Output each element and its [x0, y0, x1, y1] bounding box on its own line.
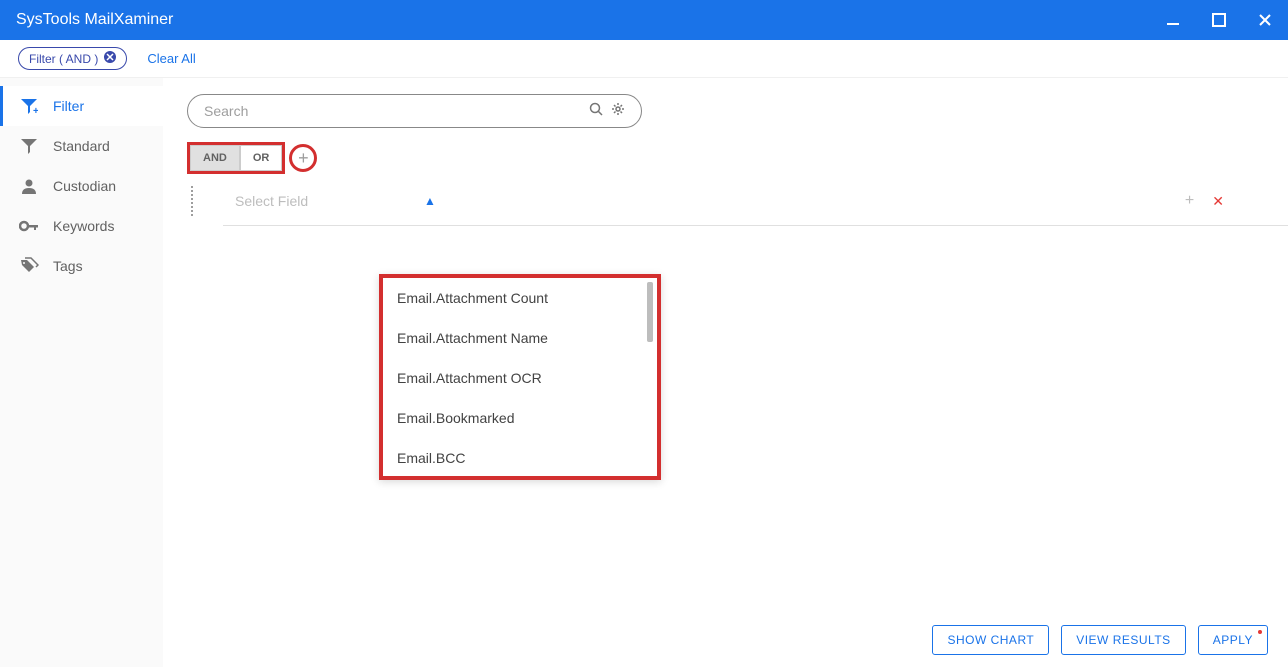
sidebar-item-standard[interactable]: Standard: [0, 126, 163, 166]
sidebar-item-keywords[interactable]: Keywords: [0, 206, 163, 246]
sidebar-item-label: Custodian: [53, 178, 116, 194]
main: + Filter Standard Custodian Keywords Tag…: [0, 78, 1288, 667]
field-dropdown: Email.Attachment Count Email.Attachment …: [379, 274, 661, 480]
or-toggle[interactable]: OR: [240, 145, 283, 171]
window-title: SysTools MailXaminer: [16, 11, 173, 29]
sidebar-item-tags[interactable]: Tags: [0, 246, 163, 286]
clear-all-link[interactable]: Clear All: [147, 51, 195, 66]
gear-icon[interactable]: [611, 102, 625, 121]
dropdown-item[interactable]: Email.BCC: [383, 438, 657, 476]
dropdown-list[interactable]: Email.Attachment Count Email.Attachment …: [383, 278, 657, 476]
filter-pill[interactable]: Filter ( AND ): [18, 47, 127, 70]
sidebar-item-label: Filter: [53, 98, 84, 114]
search-icon[interactable]: [589, 102, 603, 121]
search-input[interactable]: [204, 103, 589, 119]
toggle-row: AND OR +: [187, 142, 1264, 174]
view-results-button[interactable]: VIEW RESULTS: [1061, 625, 1185, 655]
maximize-button[interactable]: [1212, 13, 1226, 27]
dropdown-item[interactable]: Email.Attachment Name: [383, 318, 657, 358]
field-row: Select Field ▲ + ✕: [191, 186, 1264, 216]
window-controls: [1166, 13, 1272, 27]
content: AND OR + Select Field ▲ + ✕ Email.Attach…: [163, 78, 1288, 667]
show-chart-button[interactable]: SHOW CHART: [932, 625, 1049, 655]
minimize-button[interactable]: [1166, 13, 1180, 27]
apply-button[interactable]: APPLY: [1198, 625, 1268, 655]
row-actions: + ✕: [1185, 192, 1264, 210]
person-icon: [19, 176, 39, 196]
select-field-placeholder: Select Field: [235, 193, 308, 209]
and-toggle[interactable]: AND: [190, 145, 240, 171]
sidebar: + Filter Standard Custodian Keywords Tag…: [0, 78, 163, 667]
close-button[interactable]: [1258, 13, 1272, 27]
filter-icon: +: [19, 96, 39, 116]
tags-icon: [19, 256, 39, 276]
search-icons: [589, 102, 625, 121]
funnel-icon: [19, 136, 39, 156]
svg-text:+: +: [33, 106, 38, 115]
tree-line: [191, 186, 193, 216]
titlebar: SysTools MailXaminer: [0, 0, 1288, 40]
header-row: Filter ( AND ) Clear All: [0, 40, 1288, 78]
sidebar-item-label: Standard: [53, 138, 110, 154]
add-condition-button[interactable]: +: [289, 144, 317, 172]
chevron-up-icon: ▲: [424, 194, 436, 208]
search-bar: [187, 94, 642, 128]
sidebar-item-filter[interactable]: + Filter: [0, 86, 163, 126]
dropdown-item[interactable]: Email.Bookmarked: [383, 398, 657, 438]
sidebar-item-custodian[interactable]: Custodian: [0, 166, 163, 206]
dropdown-item[interactable]: Email.Attachment Count: [383, 278, 657, 318]
logic-toggle: AND OR: [187, 142, 285, 174]
divider: [223, 225, 1288, 226]
add-row-button[interactable]: +: [1185, 192, 1194, 210]
footer: SHOW CHART VIEW RESULTS APPLY: [932, 625, 1268, 655]
remove-row-button[interactable]: ✕: [1212, 193, 1224, 210]
close-icon[interactable]: [104, 51, 116, 66]
filter-pill-label: Filter ( AND ): [29, 52, 98, 66]
sidebar-item-label: Tags: [53, 258, 83, 274]
sidebar-item-label: Keywords: [53, 218, 114, 234]
key-icon: [19, 216, 39, 236]
dropdown-item[interactable]: Email.Attachment OCR: [383, 358, 657, 398]
select-field-dropdown[interactable]: Select Field: [235, 193, 420, 209]
